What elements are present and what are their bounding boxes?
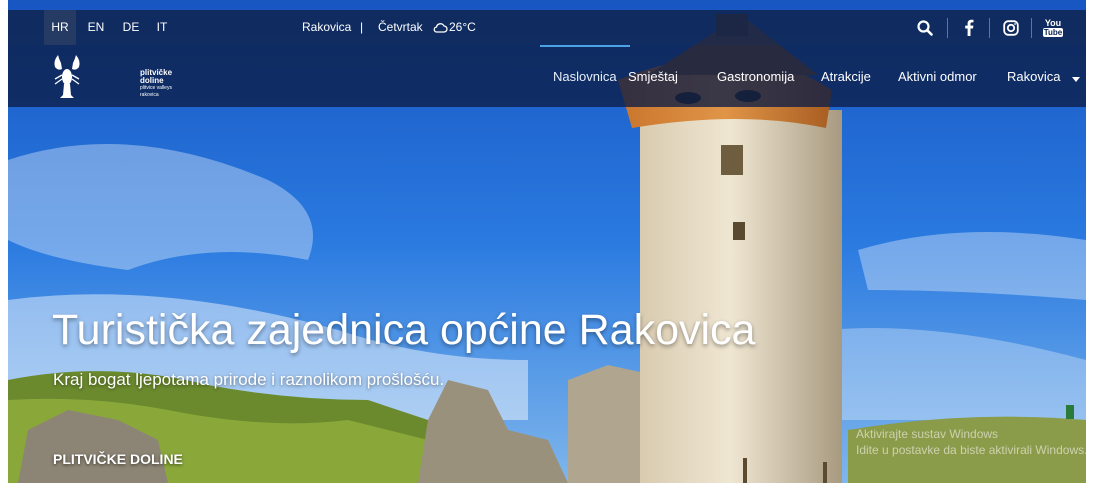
logo-line-2: doline	[140, 76, 164, 85]
site-logo[interactable]: plitvičke doline plitvice valleys rakovi…	[50, 53, 172, 101]
top-bar: HR EN DE IT Rakovica | Četvrtak 26°C You…	[8, 10, 1086, 45]
main-nav: plitvičke doline plitvice valleys rakovi…	[8, 45, 1086, 107]
hero-tag-link[interactable]: PLITVIČKE DOLINE	[53, 451, 183, 467]
location-label: Rakovica	[302, 20, 352, 34]
icon-divider	[1031, 18, 1032, 38]
nav-item-aktivni-odmor[interactable]: Aktivni odmor	[898, 45, 977, 107]
nav-item-smjestaj[interactable]: Smještaj	[628, 45, 678, 107]
lang-de[interactable]: DE	[115, 10, 147, 45]
nav-item-gastronomija[interactable]: Gastronomija	[717, 45, 794, 107]
nav-item-rakovica-label: Rakovica	[1007, 69, 1061, 84]
cloud-sun-icon	[433, 10, 448, 45]
youtube-icon-top: You	[1044, 17, 1062, 28]
weather-day: Četvrtak	[378, 20, 423, 34]
topbar-separator: |	[360, 20, 364, 34]
nav-item-rakovica[interactable]: Rakovica	[1007, 45, 1081, 110]
weather-temp: 26°C	[449, 20, 476, 34]
nav-item-naslovnica[interactable]: Naslovnica	[553, 45, 617, 107]
icon-divider	[989, 18, 990, 38]
logo-line-3: plitvice valleys	[140, 85, 172, 91]
instagram-icon[interactable]	[991, 10, 1031, 45]
hero-title: Turistička zajednica općine Rakovica	[52, 306, 756, 354]
search-icon[interactable]	[905, 10, 945, 45]
caret-down-icon	[1072, 46, 1081, 110]
icon-divider	[947, 18, 948, 38]
crayfish-logo-icon	[54, 55, 80, 98]
lang-en[interactable]: EN	[80, 10, 112, 45]
watermark-line-2: Idite u postavke da biste aktivirali Win…	[856, 443, 1088, 457]
windows-activation-watermark: Aktivirajte sustav Windows Idite u posta…	[856, 426, 1087, 458]
lang-hr[interactable]: HR	[44, 10, 76, 45]
facebook-icon[interactable]	[949, 10, 989, 45]
hero-subtitle: Kraj bogat ljepotama prirode i raznoliko…	[53, 370, 445, 389]
page: HR EN DE IT Rakovica | Četvrtak 26°C You…	[0, 0, 1094, 483]
logo-line-4: rakovica	[140, 92, 159, 98]
watermark-line-1: Aktivirajte sustav Windows	[856, 427, 999, 441]
youtube-icon[interactable]: You Tube	[1033, 10, 1073, 45]
logo-wordmark: plitvičke doline plitvice valleys rakovi…	[140, 69, 172, 99]
youtube-icon-bottom: Tube	[1042, 27, 1064, 37]
lang-it[interactable]: IT	[146, 10, 178, 45]
nav-item-atrakcije[interactable]: Atrakcije	[821, 45, 871, 107]
